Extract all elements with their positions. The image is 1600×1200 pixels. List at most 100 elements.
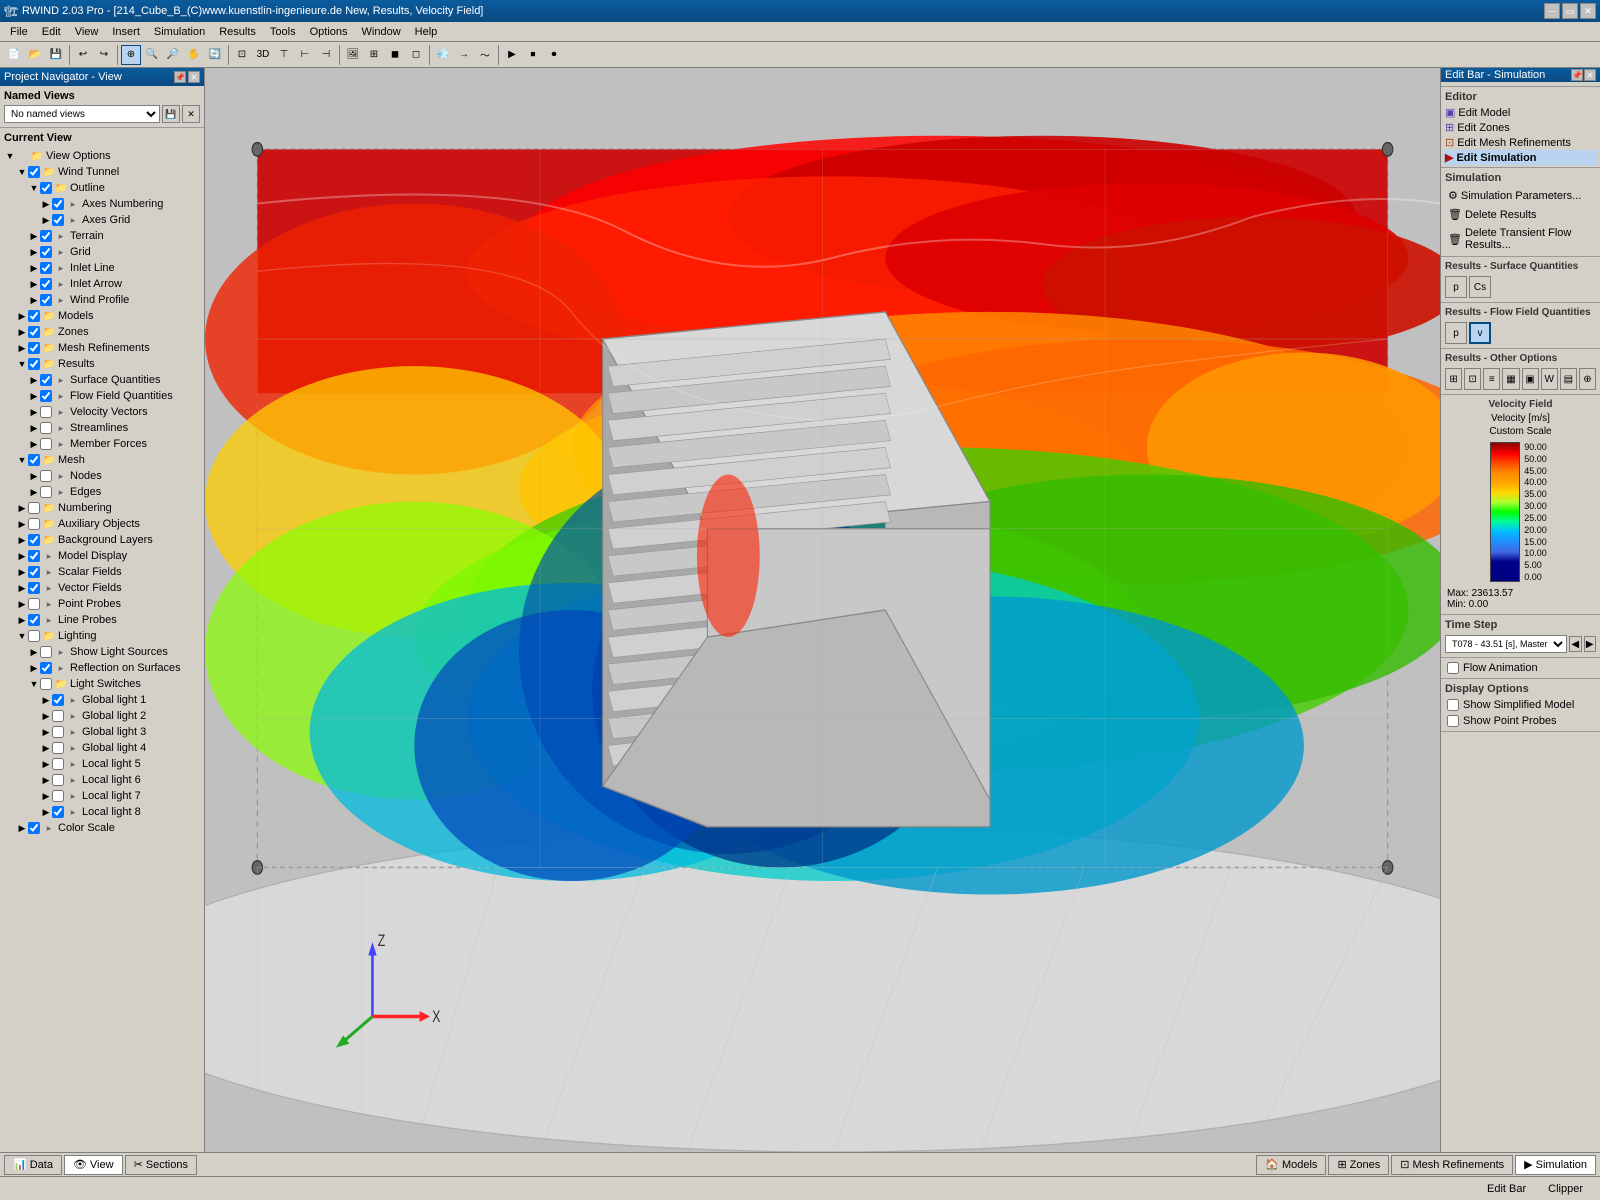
tb-view-top[interactable]: ⊤ [274,45,294,65]
other-btn-1[interactable]: ⊞ [1445,368,1462,390]
tab-simulation[interactable]: ▶ Simulation [1515,1155,1596,1175]
tree-cb-show-light-sources[interactable] [40,646,52,658]
tree-item-view-options[interactable]: ▼📁View Options [2,148,202,164]
surface-cs-btn[interactable]: Cs [1469,276,1491,298]
tree-cb-global-light-1[interactable] [52,694,64,706]
tree-cb-axes-numbering[interactable] [52,198,64,210]
tree-item-models[interactable]: ▶📁Models [2,308,202,324]
tree-item-point-probes[interactable]: ▶▸Point Probes [2,596,202,612]
tb-surface[interactable]: ◼ [385,45,405,65]
tree-cb-inlet-arrow[interactable] [40,278,52,290]
tree-item-terrain[interactable]: ▶▸Terrain [2,228,202,244]
tb-view-3d[interactable]: 3D [253,45,273,65]
show-point-probes-checkbox[interactable] [1447,715,1459,727]
tab-models[interactable]: 🏠 Models [1256,1155,1326,1175]
other-btn-8[interactable]: ⊕ [1579,368,1596,390]
tree-item-global-light-1[interactable]: ▶▸Global light 1 [2,692,202,708]
tree-item-mesh[interactable]: ▼📁Mesh [2,452,202,468]
tree-item-color-scale[interactable]: ▶▸Color Scale [2,820,202,836]
tree-item-edges[interactable]: ▶▸Edges [2,484,202,500]
delete-transient-btn[interactable]: 🗑 Delete Transient Flow Results... [1443,224,1598,254]
tree-item-wind-tunnel[interactable]: ▼📁Wind Tunnel [2,164,202,180]
tree-cb-color-scale[interactable] [28,822,40,834]
edit-mesh-row[interactable]: ⊡ Edit Mesh Refinements [1443,135,1598,150]
status-edit-bar[interactable]: Edit Bar [1478,1181,1535,1197]
minimize-button[interactable]: ─ [1544,3,1560,19]
tree-item-nodes[interactable]: ▶▸Nodes [2,468,202,484]
other-btn-4[interactable]: ▦ [1502,368,1519,390]
tree-cb-local-light-5[interactable] [52,758,64,770]
tb-undo[interactable]: ↩ [73,45,93,65]
time-step-prev[interactable]: ◀ [1569,636,1582,652]
tab-data[interactable]: 📊 Data [4,1155,62,1175]
tree-item-global-light-4[interactable]: ▶▸Global light 4 [2,740,202,756]
other-btn-2[interactable]: ⊡ [1464,368,1481,390]
tree-cb-local-light-8[interactable] [52,806,64,818]
tree-item-wind-profile[interactable]: ▶▸Wind Profile [2,292,202,308]
tree-cb-models[interactable] [28,310,40,322]
close-button[interactable]: ✕ [1580,3,1596,19]
tree-item-scalar-fields[interactable]: ▶▸Scalar Fields [2,564,202,580]
tb-redo[interactable]: ↪ [94,45,114,65]
edit-zones-row[interactable]: ⊞ Edit Zones [1443,120,1598,135]
tree-item-model-display[interactable]: ▶▸Model Display [2,548,202,564]
tab-view[interactable]: 👁 View [64,1155,123,1175]
tree-item-lighting[interactable]: ▼📁Lighting [2,628,202,644]
tree-item-streamlines[interactable]: ▶▸Streamlines [2,420,202,436]
tree-item-inlet-arrow[interactable]: ▶▸Inlet Arrow [2,276,202,292]
tb-save[interactable]: 💾 [46,45,66,65]
tree-item-mesh-refinements[interactable]: ▶📁Mesh Refinements [2,340,202,356]
tree-cb-inlet-line[interactable] [40,262,52,274]
tree-cb-flow-field-quantities[interactable] [40,390,52,402]
tree-cb-numbering[interactable] [28,502,40,514]
tree-cb-local-light-6[interactable] [52,774,64,786]
right-panel-pin[interactable]: 📌 [1571,69,1583,81]
tree-item-axes-numbering[interactable]: ▶▸Axes Numbering [2,196,202,212]
tree-cb-streamlines[interactable] [40,422,52,434]
tb-rotate[interactable]: 🔄 [205,45,225,65]
tree-cb-zones[interactable] [28,326,40,338]
tb-zoom-out[interactable]: 🔎 [163,45,183,65]
named-view-save[interactable]: 💾 [162,105,180,123]
tb-stream[interactable]: 〜 [475,45,495,65]
other-btn-6[interactable]: W [1541,368,1558,390]
tree-cb-wind-tunnel[interactable] [28,166,40,178]
menu-help[interactable]: Help [409,25,444,39]
tree-item-results[interactable]: ▼📁Results [2,356,202,372]
delete-results-btn[interactable]: 🗑 Delete Results [1443,205,1598,224]
tree-cb-mesh-refinements[interactable] [28,342,40,354]
tree-item-grid[interactable]: ▶▸Grid [2,244,202,260]
tab-mesh-refinements[interactable]: ⊡ Mesh Refinements [1391,1155,1513,1175]
tb-fit[interactable]: ⊡ [232,45,252,65]
menu-view[interactable]: View [69,25,105,39]
menu-insert[interactable]: Insert [106,25,146,39]
menu-options[interactable]: Options [304,25,354,39]
tree-item-local-light-5[interactable]: ▶▸Local light 5 [2,756,202,772]
tree-cb-global-light-2[interactable] [52,710,64,722]
edit-model-row[interactable]: ▣ Edit Model [1443,105,1598,120]
panel-pin[interactable]: 📌 [174,71,186,83]
tree-cb-reflection-on-surfaces[interactable] [40,662,52,674]
tree-cb-global-light-4[interactable] [52,742,64,754]
tree-cb-mesh[interactable] [28,454,40,466]
tb-select[interactable]: ⊕ [121,45,141,65]
edit-simulation-row[interactable]: ▶ Edit Simulation [1443,150,1598,165]
tree-item-global-light-3[interactable]: ▶▸Global light 3 [2,724,202,740]
other-btn-3[interactable]: ≡ [1483,368,1500,390]
other-btn-7[interactable]: ▤ [1560,368,1577,390]
flow-v-btn[interactable]: v [1469,322,1491,344]
tree-item-global-light-2[interactable]: ▶▸Global light 2 [2,708,202,724]
tree-item-vector-fields[interactable]: ▶▸Vector Fields [2,580,202,596]
tree-item-reflection-on-surfaces[interactable]: ▶▸Reflection on Surfaces [2,660,202,676]
surface-p-btn[interactable]: p [1445,276,1467,298]
tree-cb-results[interactable] [28,358,40,370]
tree-cb-wind-profile[interactable] [40,294,52,306]
menu-results[interactable]: Results [213,25,262,39]
tree-cb-line-probes[interactable] [28,614,40,626]
tree-cb-vector-fields[interactable] [28,582,40,594]
tb-render[interactable]: 🖼 [343,45,363,65]
tb-wind[interactable]: 💨 [433,45,453,65]
named-view-delete[interactable]: ✕ [182,105,200,123]
menu-edit[interactable]: Edit [36,25,67,39]
tab-sections[interactable]: ✂ Sections [125,1155,197,1175]
